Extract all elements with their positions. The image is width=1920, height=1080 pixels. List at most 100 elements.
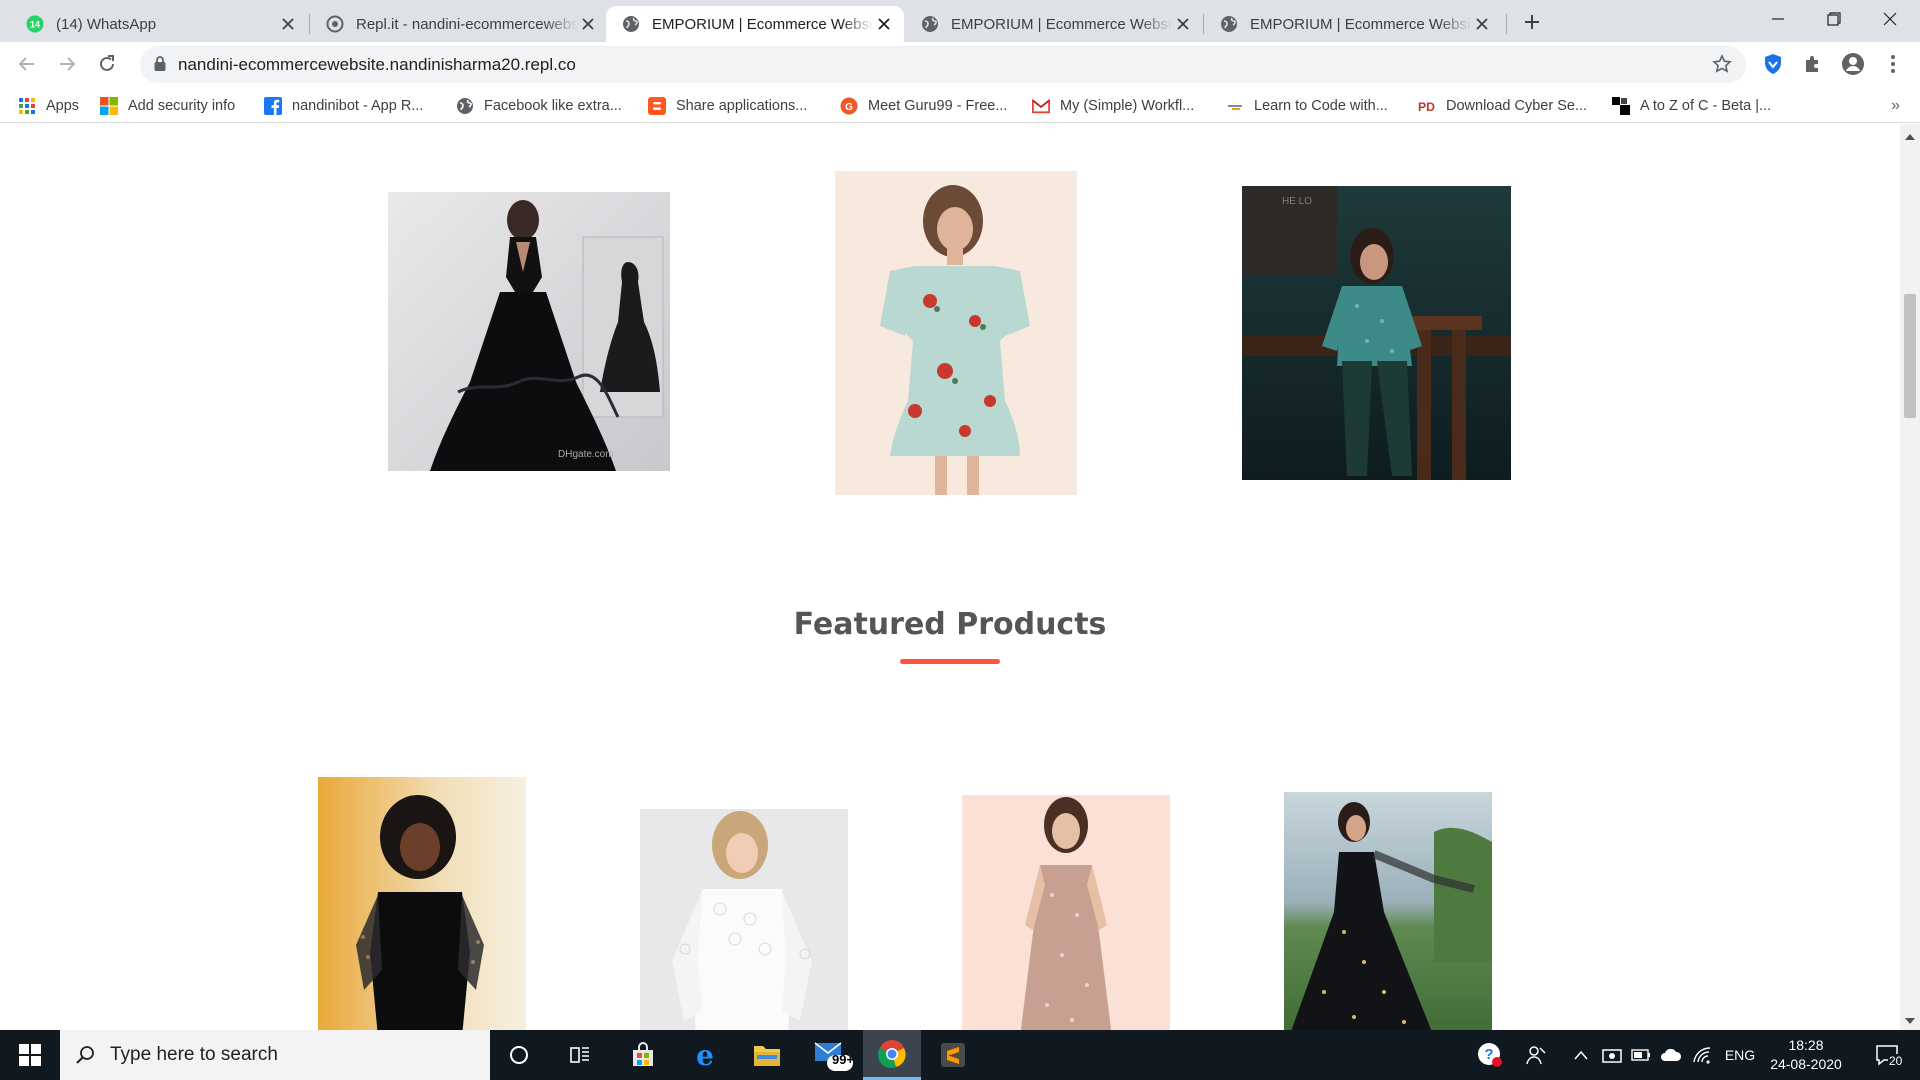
featured-title-underline [900,659,1000,664]
white-lace-dress-photo [640,809,848,1030]
bookmark-my-workflow[interactable]: My (Simple) Workfl... [1032,95,1194,117]
apps-grid-icon [18,97,36,115]
close-window-button[interactable] [1860,0,1920,38]
tray-show-hidden[interactable] [1568,1030,1594,1080]
search-icon [76,1046,94,1064]
close-icon[interactable] [278,14,298,34]
people-icon [1526,1046,1546,1065]
svg-text:?: ? [1484,1046,1493,1063]
scroll-down-icon[interactable] [1905,1018,1915,1024]
svg-text:PD: PD [1418,100,1435,114]
new-tab-button[interactable] [1518,8,1546,36]
meet-now-icon [1602,1049,1622,1063]
bookmark-nandinibot[interactable]: nandinibot - App R... [264,95,423,117]
taskbar-store[interactable] [614,1030,672,1080]
bookmark-label: Facebook like extra... [484,98,622,114]
menu-kebab-icon[interactable] [1880,51,1906,77]
page-scrollbar[interactable] [1900,124,1920,1030]
task-view-button[interactable] [551,1030,609,1080]
svg-text:e: e [696,1041,714,1069]
product-image-black-anarkali[interactable] [1284,792,1492,1030]
bookmark-download-cyber[interactable]: PD Download Cyber Se... [1418,95,1587,117]
globe-icon [622,15,640,33]
scrollbar-thumb[interactable] [1904,294,1916,418]
category-image-floral-dress[interactable] [835,171,1077,495]
black-gown-photo: DHgate.com [388,192,670,471]
close-icon[interactable] [874,14,894,34]
bookmark-label: Share applications... [676,98,808,114]
category-image-black-gown[interactable]: DHgate.com [388,192,670,471]
windows-taskbar: Type here to search e 99+ ? ENG 18:28 24… [0,1030,1920,1080]
tab-emporium-3[interactable]: EMPORIUM | Ecommerce Website [1204,6,1502,42]
bookmark-facebook-like[interactable]: Facebook like extra... [456,95,622,117]
bookmark-add-security-info[interactable]: Add security info [100,95,235,117]
tray-action[interactable] [1598,1030,1626,1080]
tray-battery[interactable] [1628,1030,1654,1080]
back-button[interactable] [12,49,42,79]
bookmark-a-to-z-of-c[interactable]: A to Z of C - Beta |... [1612,95,1771,117]
tray-notifications[interactable]: 20 [1862,1030,1912,1080]
bookmark-label: My (Simple) Workfl... [1060,98,1195,114]
reload-button[interactable] [92,49,122,79]
whatsapp-badge: 14 [30,20,40,30]
bookmark-label: nandinibot - App R... [292,98,424,114]
tray-onedrive[interactable] [1656,1030,1686,1080]
search-placeholder: Type here to search [110,1044,278,1065]
bookmark-share-applications[interactable]: Share applications... [648,95,807,117]
product-image-white-lace-dress[interactable] [640,809,848,1030]
taskbar-sublime[interactable] [924,1030,982,1080]
start-button[interactable] [0,1030,60,1080]
close-icon[interactable] [1173,14,1193,34]
product-image-sequin-gown[interactable] [962,795,1170,1030]
blogger-icon [648,97,666,115]
forward-button[interactable] [52,49,82,79]
facebook-icon [264,97,282,115]
tray-help[interactable]: ? [1470,1030,1510,1080]
minimize-icon [1772,18,1784,20]
close-icon [1883,12,1897,26]
close-icon[interactable] [1472,14,1492,34]
bookmark-learn-to-code[interactable]: Learn to Code with... [1226,95,1388,117]
page-viewport: DHgate.com HE LO Featured Products [0,124,1900,1030]
minimize-button[interactable] [1748,0,1808,38]
taskbar-search[interactable]: Type here to search [60,1030,490,1080]
whatsapp-icon: 14 [26,15,44,33]
photo-watermark: DHgate.com [558,449,614,460]
mail-badge: 99+ [832,1052,855,1067]
shield-extension-icon[interactable] [1760,51,1786,77]
puzzle-extensions-icon[interactable] [1800,51,1826,77]
restore-button[interactable] [1804,0,1864,38]
arrow-left-icon [18,57,34,71]
globe-icon [921,15,939,33]
sequin-gown-photo [962,795,1170,1030]
taskbar-chrome[interactable] [863,1030,921,1080]
taskbar-file-explorer[interactable] [738,1030,796,1080]
tray-language[interactable]: ENG [1718,1030,1762,1080]
taskbar-clock[interactable]: 18:28 24-08-2020 [1768,1036,1844,1074]
tab-strip: 14 (14) WhatsApp Repl.it - nandini-ecomm… [0,0,1920,42]
cortana-button[interactable] [490,1030,548,1080]
bookmarks-overflow-button[interactable]: » [1891,97,1900,115]
tab-whatsapp[interactable]: 14 (14) WhatsApp [10,6,308,42]
taskbar-edge[interactable]: e [676,1030,734,1080]
bookmark-guru99[interactable]: G Meet Guru99 - Free... [840,95,1007,117]
product-image-black-dress[interactable] [318,777,526,1030]
scroll-up-icon[interactable] [1905,134,1915,140]
category-image-sequin-dress[interactable]: HE LO [1242,186,1511,480]
taskbar-mail[interactable]: 99+ [804,1030,862,1080]
help-alert-icon: ? [1478,1043,1502,1067]
tab-emporium-2[interactable]: EMPORIUM | Ecommerce Website [905,6,1203,42]
tray-people[interactable] [1520,1030,1554,1080]
bookmark-label: Meet Guru99 - Free... [868,98,1008,114]
address-bar[interactable]: nandini-ecommercewebsite.nandinisharma20… [140,46,1746,83]
black-dress-photo [318,777,526,1030]
bookmark-star-icon[interactable] [1712,54,1732,74]
guru99-icon: G [840,97,858,115]
close-icon[interactable] [578,14,598,34]
bookmark-apps[interactable]: Apps [18,95,79,117]
profile-avatar-icon[interactable] [1840,51,1866,77]
tab-replit[interactable]: Repl.it - nandini-ecommercewebsite [310,6,608,42]
tray-wifi[interactable] [1688,1030,1716,1080]
tab-emporium-active[interactable]: EMPORIUM | Ecommerce Website [606,6,904,42]
battery-icon [1631,1049,1650,1061]
